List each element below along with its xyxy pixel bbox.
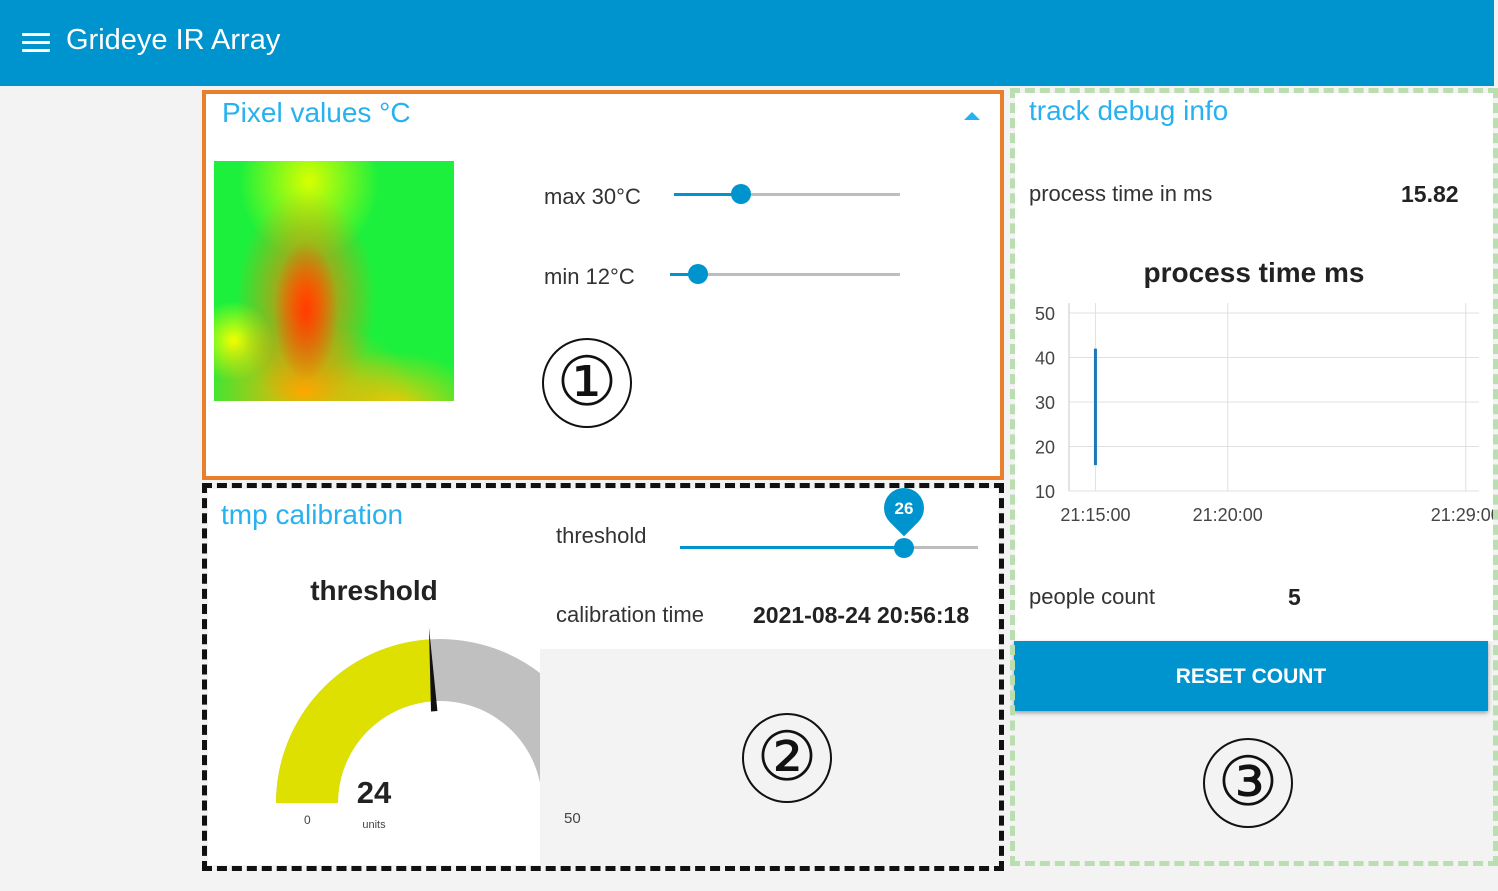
pixel-values-title: Pixel values °C <box>222 97 411 128</box>
calibration-group-frame <box>202 483 1004 871</box>
group-marker-1: ① <box>542 338 632 428</box>
min-slider-label: min 12°C <box>544 264 635 289</box>
max-slider-label: max 30°C <box>544 184 641 209</box>
max-slider-thumb[interactable] <box>731 184 751 204</box>
app-title: Grideye IR Array <box>66 24 281 56</box>
hamburger-menu-icon[interactable] <box>22 33 50 53</box>
max-slider-track[interactable] <box>674 193 900 196</box>
min-slider-thumb[interactable] <box>688 264 708 284</box>
ir-heatmap <box>214 161 454 401</box>
debug-group-frame <box>1010 88 1498 866</box>
app-header: Grideye IR Array <box>0 0 1494 86</box>
pixel-values-group: Pixel values °C max 30°C min 12°C ① <box>202 90 1004 480</box>
caret-up-icon[interactable] <box>964 112 980 120</box>
